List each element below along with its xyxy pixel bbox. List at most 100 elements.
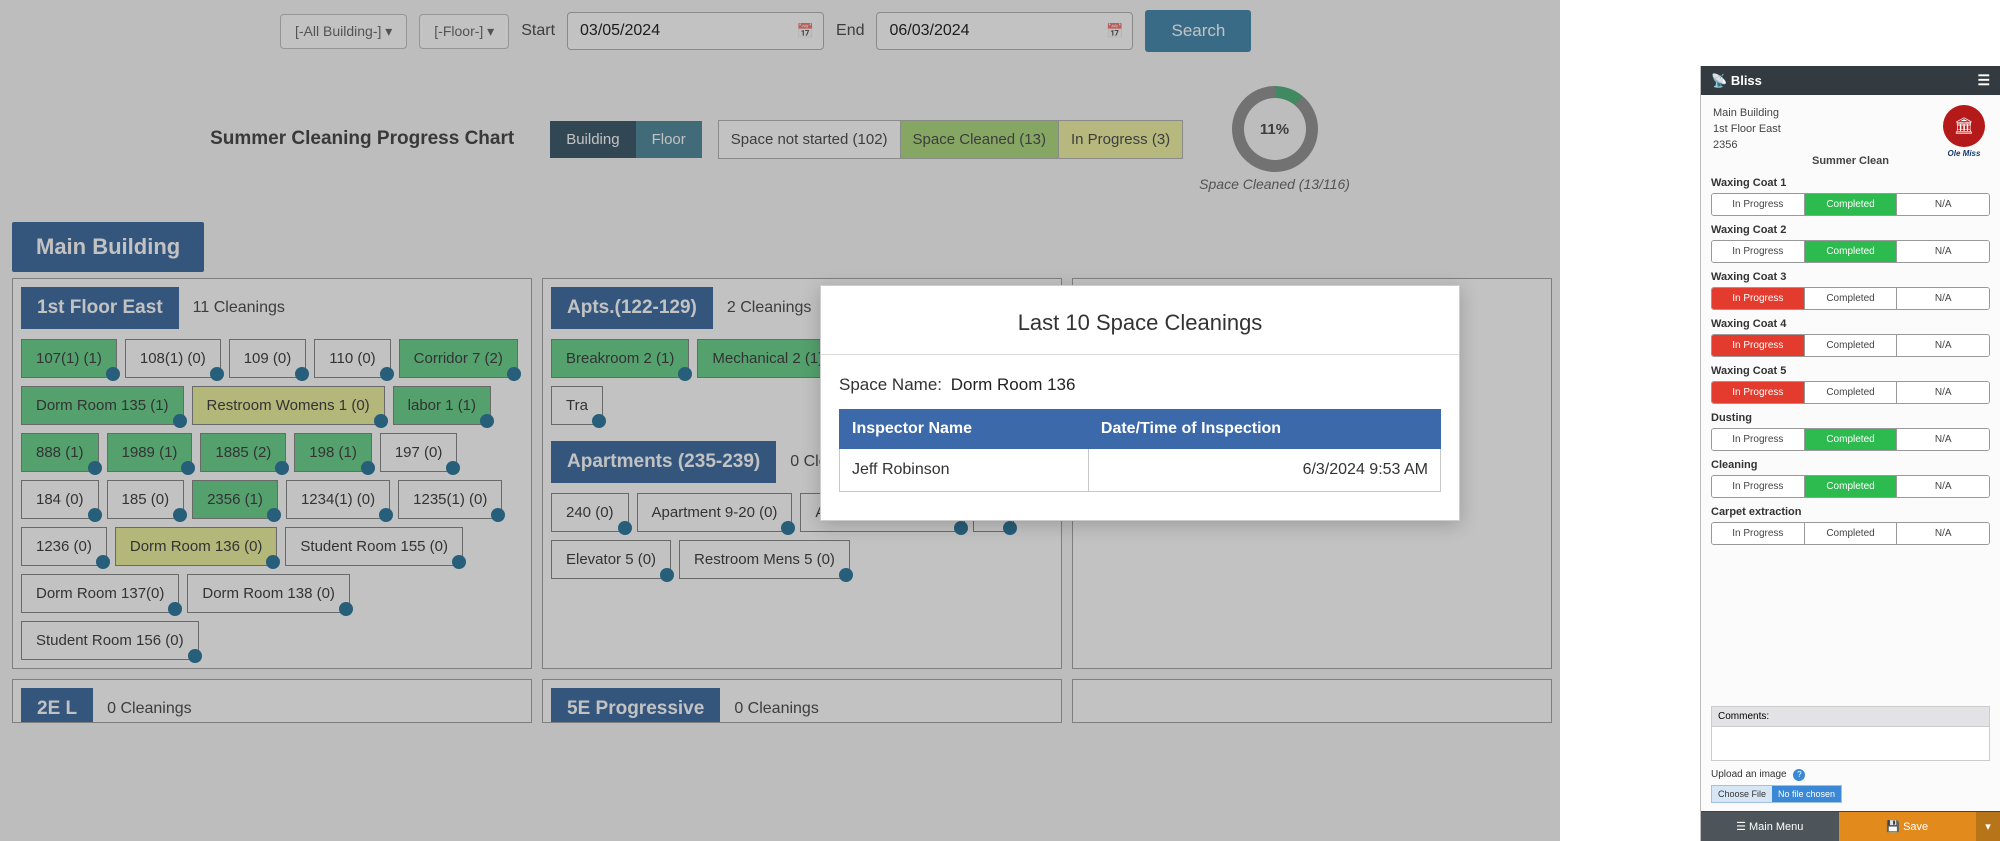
seg-na[interactable]: N/A bbox=[1897, 382, 1989, 403]
room-tile[interactable]: 2356 (1) bbox=[192, 480, 278, 519]
seg-completed[interactable]: Completed bbox=[1805, 335, 1898, 356]
task-segment[interactable]: In ProgressCompletedN/A bbox=[1711, 428, 1990, 451]
seg-na[interactable]: N/A bbox=[1897, 194, 1989, 215]
status-dot-icon bbox=[181, 461, 195, 475]
seg-inprogress[interactable]: In Progress bbox=[1712, 241, 1805, 262]
seg-completed[interactable]: Completed bbox=[1805, 288, 1898, 309]
room-tile[interactable]: 1234(1) (0) bbox=[286, 480, 390, 519]
seg-completed[interactable]: Completed bbox=[1805, 194, 1898, 215]
upload-row: Upload an image ? Choose FileNo file cho… bbox=[1711, 769, 1990, 803]
room-tile[interactable]: Corridor 7 (2) bbox=[399, 339, 518, 378]
room-tile[interactable]: Restroom Mens 5 (0) bbox=[679, 540, 850, 579]
seg-inprogress[interactable]: In Progress bbox=[1712, 523, 1805, 544]
search-button[interactable]: Search bbox=[1145, 10, 1251, 52]
room-tile[interactable]: 1235(1) (0) bbox=[398, 480, 502, 519]
floor-name[interactable]: 5E Progressive bbox=[551, 688, 720, 723]
status-dot-icon bbox=[592, 414, 606, 428]
seg-na[interactable]: N/A bbox=[1897, 288, 1989, 309]
seg-inprogress[interactable]: In Progress bbox=[1712, 288, 1805, 309]
seg-inprogress[interactable]: In Progress bbox=[1712, 382, 1805, 403]
seg-completed[interactable]: Completed bbox=[1805, 382, 1898, 403]
main-menu-button[interactable]: ☰ Main Menu bbox=[1701, 812, 1839, 841]
task-segment[interactable]: In ProgressCompletedN/A bbox=[1711, 522, 1990, 545]
building-dropdown[interactable]: [-All Building-] bbox=[280, 14, 407, 49]
building-label[interactable]: Main Building bbox=[12, 222, 204, 272]
seg-inprogress[interactable]: In Progress bbox=[1712, 476, 1805, 497]
chart-title: Summer Cleaning Progress Chart bbox=[210, 128, 514, 150]
room-tile[interactable]: 197 (0) bbox=[380, 433, 458, 472]
seg-completed[interactable]: Completed bbox=[1805, 523, 1898, 544]
room-tile[interactable]: Student Room 155 (0) bbox=[285, 527, 463, 566]
room-tile[interactable]: Tra bbox=[551, 386, 603, 425]
hamburger-icon[interactable]: ☰ bbox=[1977, 72, 1990, 89]
table-row[interactable]: Jeff Robinson 6/3/2024 9:53 AM bbox=[840, 449, 1441, 492]
room-tile[interactable]: 1885 (2) bbox=[200, 433, 286, 472]
room-tile[interactable]: 108(1) (0) bbox=[125, 339, 221, 378]
room-tile[interactable]: Restroom Womens 1 (0) bbox=[192, 386, 385, 425]
room-tile[interactable]: Dorm Room 137(0) bbox=[21, 574, 179, 613]
task-segment[interactable]: In ProgressCompletedN/A bbox=[1711, 381, 1990, 404]
task-segment[interactable]: In ProgressCompletedN/A bbox=[1711, 240, 1990, 263]
end-date-input[interactable] bbox=[876, 12, 1133, 50]
seg-completed[interactable]: Completed bbox=[1805, 241, 1898, 262]
floor-dropdown[interactable]: [-Floor-] bbox=[419, 14, 509, 49]
floor-name[interactable]: 2E L bbox=[21, 688, 93, 723]
comments-textarea[interactable] bbox=[1711, 727, 1990, 761]
task-segment[interactable]: In ProgressCompletedN/A bbox=[1711, 475, 1990, 498]
floor-name[interactable]: Apartments (235-239) bbox=[551, 441, 776, 483]
room-tile[interactable]: Student Room 156 (0) bbox=[21, 621, 199, 660]
file-input[interactable]: Choose FileNo file chosen bbox=[1711, 785, 1842, 803]
comments-label: Comments: bbox=[1711, 706, 1990, 727]
status-dot-icon bbox=[106, 367, 120, 381]
status-dot-icon bbox=[188, 649, 202, 663]
room-tile[interactable]: Dorm Room 135 (1) bbox=[21, 386, 184, 425]
status-dot-icon bbox=[96, 555, 110, 569]
room-tile[interactable]: 1236 (0) bbox=[21, 527, 107, 566]
room-tile[interactable]: 1989 (1) bbox=[107, 433, 193, 472]
save-button[interactable]: 💾 Save bbox=[1839, 812, 1977, 841]
seg-inprogress[interactable]: In Progress bbox=[1712, 194, 1805, 215]
room-tile[interactable]: 110 (0) bbox=[314, 339, 390, 378]
room-tile[interactable]: Dorm Room 136 (0) bbox=[115, 527, 278, 566]
toggle-floor[interactable]: Floor bbox=[636, 121, 702, 158]
room-tile[interactable]: 107(1) (1) bbox=[21, 339, 117, 378]
seg-inprogress[interactable]: In Progress bbox=[1712, 335, 1805, 356]
popup-title: Last 10 Space Cleanings bbox=[821, 286, 1459, 355]
room-tile[interactable]: 888 (1) bbox=[21, 433, 99, 472]
seg-na[interactable]: N/A bbox=[1897, 335, 1989, 356]
room-tile[interactable]: 184 (0) bbox=[21, 480, 99, 519]
help-icon[interactable]: ? bbox=[1793, 769, 1805, 781]
seg-completed[interactable]: Completed bbox=[1805, 476, 1898, 497]
room-tile[interactable]: Breakroom 2 (1) bbox=[551, 339, 689, 378]
floor-name[interactable]: Apts.(122-129) bbox=[551, 287, 713, 329]
task-segment[interactable]: In ProgressCompletedN/A bbox=[1711, 287, 1990, 310]
floor-name[interactable]: 1st Floor East bbox=[21, 287, 179, 329]
room-tile[interactable]: 109 (0) bbox=[229, 339, 307, 378]
phone-header: 📡 Bliss ☰ bbox=[1701, 66, 2000, 95]
room-tile[interactable]: labor 1 (1) bbox=[393, 386, 491, 425]
seg-inprogress[interactable]: In Progress bbox=[1712, 429, 1805, 450]
seg-na[interactable]: N/A bbox=[1897, 523, 1989, 544]
room-tile[interactable]: Mechanical 2 (1) bbox=[697, 339, 838, 378]
status-dot-icon bbox=[88, 508, 102, 522]
toggle-building[interactable]: Building bbox=[550, 121, 635, 158]
room-tile[interactable]: Dorm Room 138 (0) bbox=[187, 574, 350, 613]
task-label: Waxing Coat 3 bbox=[1711, 271, 1990, 283]
start-date-input[interactable] bbox=[567, 12, 824, 50]
task-segment[interactable]: In ProgressCompletedN/A bbox=[1711, 334, 1990, 357]
chart-legend-row: Summer Cleaning Progress Chart Building … bbox=[0, 86, 1560, 192]
task-segment[interactable]: In ProgressCompletedN/A bbox=[1711, 193, 1990, 216]
seg-na[interactable]: N/A bbox=[1897, 429, 1989, 450]
floor-column: 1st Floor East11 Cleanings107(1) (1)108(… bbox=[12, 278, 532, 669]
task-label: Waxing Coat 4 bbox=[1711, 318, 1990, 330]
seg-na[interactable]: N/A bbox=[1897, 476, 1989, 497]
task-label: Cleaning bbox=[1711, 459, 1990, 471]
seg-na[interactable]: N/A bbox=[1897, 241, 1989, 262]
room-tile[interactable]: 198 (1) bbox=[294, 433, 372, 472]
more-button[interactable]: ▾ bbox=[1976, 812, 2000, 841]
room-tile[interactable]: Elevator 5 (0) bbox=[551, 540, 671, 579]
room-tile[interactable]: 240 (0) bbox=[551, 493, 629, 532]
seg-completed[interactable]: Completed bbox=[1805, 429, 1898, 450]
room-tile[interactable]: 185 (0) bbox=[107, 480, 185, 519]
room-tile[interactable]: Apartment 9-20 (0) bbox=[637, 493, 793, 532]
